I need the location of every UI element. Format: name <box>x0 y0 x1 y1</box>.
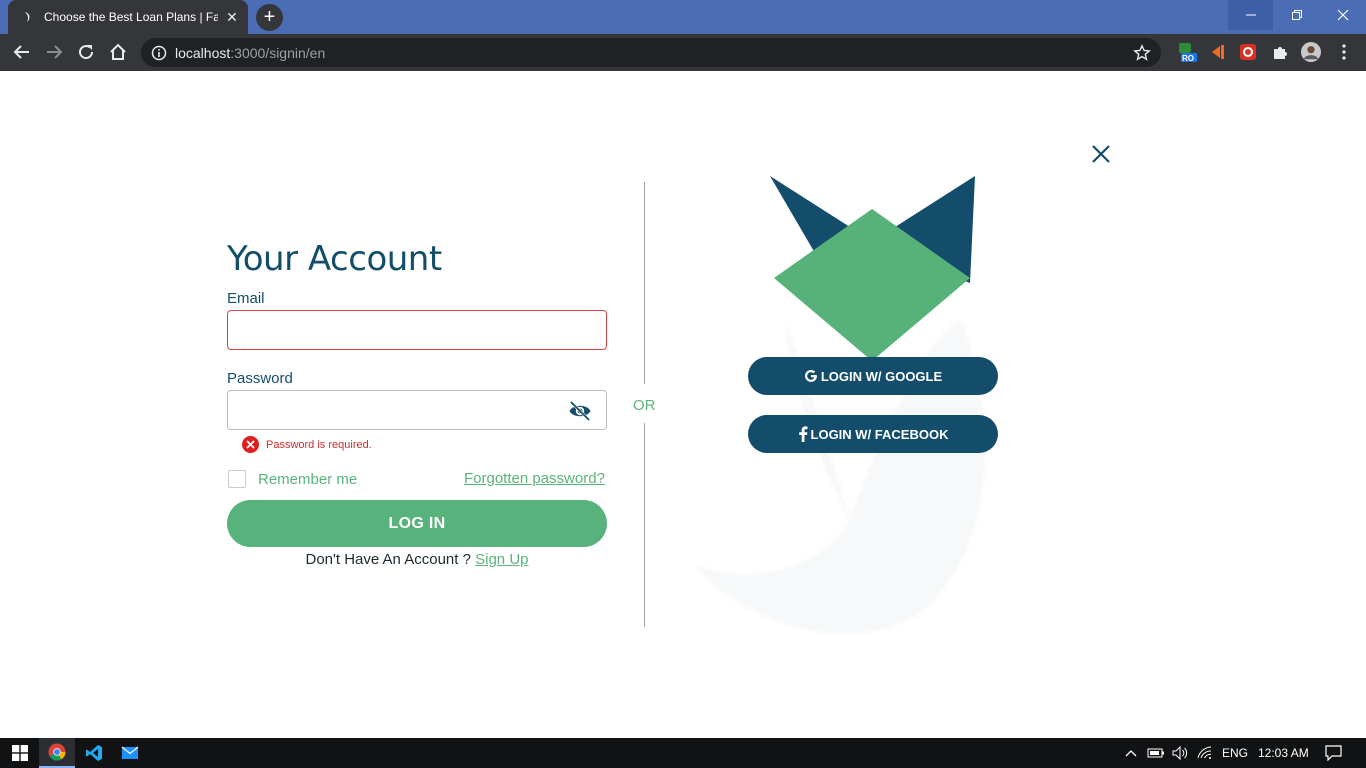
url-host: localhost <box>175 44 231 61</box>
extension-badge: RO <box>1182 54 1194 63</box>
language-indicator[interactable]: ENG <box>1222 738 1248 768</box>
site-favicon-icon <box>20 9 36 25</box>
windows-taskbar: ENG 12:03 AM <box>0 738 1366 768</box>
email-field[interactable] <box>227 310 607 350</box>
remember-label: Remember me <box>258 470 358 488</box>
site-info-icon[interactable] <box>151 45 167 61</box>
forgot-password-link[interactable]: Forgotten password? <box>464 470 605 487</box>
facebook-icon <box>798 426 808 442</box>
or-separator: OR <box>633 397 656 414</box>
remember-me[interactable]: Remember me <box>228 470 357 488</box>
no-account-text: Don't Have An Account ? <box>305 551 471 568</box>
browser-menu-icon[interactable] <box>1334 42 1354 62</box>
profile-avatar[interactable] <box>1301 42 1321 62</box>
windows-start-icon[interactable] <box>2 738 38 768</box>
forward-arrow-icon[interactable] <box>42 40 66 64</box>
google-login-button[interactable]: LOGIN W/ GOOGLE <box>748 357 998 395</box>
tab-title: Choose the Best Loan Plans | Fay <box>44 10 218 24</box>
eye-off-icon[interactable] <box>568 400 592 422</box>
brand-logo <box>695 176 984 632</box>
clock[interactable]: 12:03 AM <box>1258 738 1309 768</box>
signup-link[interactable]: Sign Up <box>475 551 528 568</box>
signup-prompt: Don't Have An Account ? Sign Up <box>227 551 607 568</box>
close-icon[interactable] <box>1090 143 1112 165</box>
address-bar[interactable]: localhost:3000/signin/en <box>141 38 1161 67</box>
url-path: :3000/signin/en <box>230 44 326 61</box>
vscode-taskbar-icon[interactable] <box>76 738 112 768</box>
new-tab-button[interactable]: + <box>256 4 283 31</box>
tab-close-icon[interactable]: ✕ <box>224 9 240 26</box>
google-icon <box>804 369 818 383</box>
google-login-label: LOGIN W/ GOOGLE <box>820 368 943 384</box>
volume-icon[interactable] <box>1172 738 1188 768</box>
home-icon[interactable] <box>106 40 130 64</box>
password-field[interactable] <box>227 390 607 430</box>
extension-red-icon[interactable] <box>1238 42 1258 62</box>
reload-icon[interactable] <box>74 40 98 64</box>
signin-page: Your Account Email Password Password is … <box>0 71 1366 738</box>
window-minimize-button[interactable] <box>1228 0 1273 30</box>
address-url: localhost:3000/signin/en <box>175 45 325 61</box>
window-close-button[interactable] <box>1320 0 1365 30</box>
mail-taskbar-icon[interactable] <box>112 738 148 768</box>
bookmark-star-icon[interactable] <box>1133 44 1151 62</box>
browser-tab-strip: Choose the Best Loan Plans | Fay ✕ + <box>0 0 1366 34</box>
back-arrow-icon[interactable] <box>10 40 34 64</box>
error-icon <box>242 436 259 453</box>
password-error: Password is required. <box>242 436 372 453</box>
remember-checkbox[interactable] <box>228 470 246 488</box>
tray-show-hidden-icon[interactable] <box>1125 738 1137 768</box>
extension-orange-icon[interactable] <box>1208 42 1228 62</box>
facebook-login-label: LOGIN W/ FACEBOOK <box>810 426 949 442</box>
page-title: Your Account <box>227 239 442 279</box>
window-restore-button[interactable] <box>1274 0 1319 30</box>
divider-line <box>644 182 645 384</box>
password-label: Password <box>227 370 293 387</box>
browser-tab[interactable]: Choose the Best Loan Plans | Fay ✕ <box>8 0 248 34</box>
facebook-login-button[interactable]: LOGIN W/ FACEBOOK <box>748 415 998 453</box>
login-button[interactable]: LOG IN <box>227 500 607 547</box>
email-label: Email <box>227 290 265 307</box>
chrome-taskbar-icon[interactable] <box>39 738 75 768</box>
password-error-text: Password is required. <box>266 438 372 451</box>
battery-icon[interactable] <box>1147 738 1165 768</box>
browser-toolbar: localhost:3000/signin/en RO <box>0 34 1366 71</box>
notifications-icon[interactable] <box>1325 738 1342 768</box>
extensions-puzzle-icon[interactable] <box>1270 42 1290 62</box>
wifi-icon[interactable] <box>1197 738 1213 768</box>
divider-line <box>644 423 645 627</box>
